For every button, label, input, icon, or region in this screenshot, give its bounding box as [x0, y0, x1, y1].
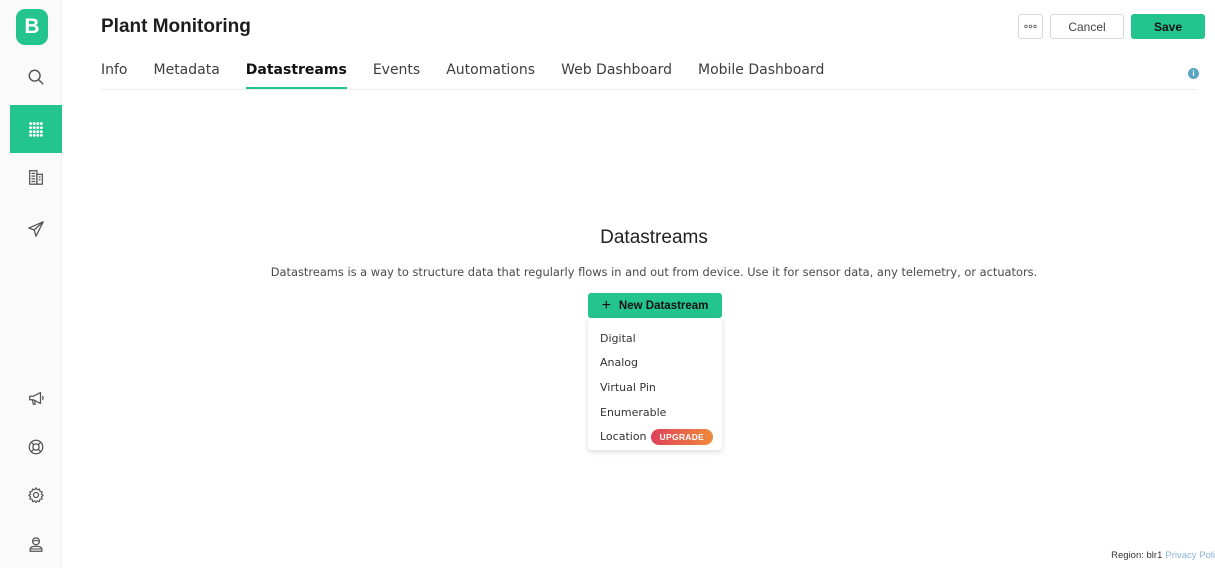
sidebar-settings[interactable] — [10, 471, 62, 519]
plus-icon: + — [601, 296, 611, 314]
more-options-button[interactable] — [1018, 14, 1043, 39]
tab-metadata[interactable]: Metadata — [154, 62, 220, 89]
sidebar-organizations[interactable] — [10, 153, 62, 201]
cancel-button[interactable]: Cancel — [1050, 14, 1124, 39]
grid-icon — [29, 122, 43, 137]
page-title: Plant Monitoring — [101, 16, 251, 37]
sidebar: B — [0, 0, 62, 568]
tab-mobile-dashboard[interactable]: Mobile Dashboard — [698, 62, 824, 89]
tab-events[interactable]: Events — [373, 62, 420, 89]
menu-item-label: Digital — [600, 331, 636, 345]
menu-item-label: Virtual Pin — [600, 380, 656, 394]
gear-icon — [28, 487, 44, 504]
tab-bar: Info Metadata Datastreams Events Automat… — [101, 62, 850, 90]
menu-item-label: Analog — [600, 356, 639, 370]
save-button[interactable]: Save — [1131, 14, 1205, 39]
menu-item-label: Location — [600, 430, 647, 444]
sidebar-profile[interactable] — [10, 520, 62, 568]
footer: Region: blr1 Privacy Poli — [1111, 550, 1215, 561]
sidebar-announcements[interactable] — [10, 374, 62, 422]
tab-automations[interactable]: Automations — [446, 62, 535, 89]
sidebar-help[interactable] — [10, 423, 62, 471]
empty-state-title: Datastreams — [600, 227, 708, 248]
user-icon — [29, 537, 43, 552]
search-icon — [28, 69, 44, 85]
tab-web-dashboard[interactable]: Web Dashboard — [561, 62, 672, 89]
tab-divider — [101, 89, 1197, 90]
new-datastream-button[interactable]: + New Datastream — [588, 293, 722, 318]
tab-datastreams[interactable]: Datastreams — [245, 62, 347, 89]
sidebar-templates[interactable] — [10, 105, 62, 153]
menu-item-digital[interactable]: Digital — [588, 326, 722, 351]
menu-item-analog[interactable]: Analog — [588, 351, 722, 376]
megaphone-icon — [29, 391, 44, 405]
region-label: Region: blr1 — [1111, 550, 1163, 561]
menu-item-enumerable[interactable]: Enumerable — [588, 400, 722, 425]
privacy-link[interactable]: Privacy Poli — [1165, 550, 1215, 561]
more-icon — [1024, 24, 1037, 29]
lifebuoy-icon — [28, 439, 44, 455]
menu-item-label: Enumerable — [600, 405, 667, 419]
info-icon[interactable]: i — [1188, 68, 1199, 79]
upgrade-badge[interactable]: UPGRADE — [650, 428, 714, 445]
sidebar-search[interactable] — [10, 53, 62, 101]
tab-info[interactable]: Info — [101, 62, 128, 89]
empty-state-description: Datastreams is a way to structure data t… — [270, 265, 1038, 279]
blynk-logo[interactable]: B — [16, 9, 48, 45]
menu-item-virtual-pin[interactable]: Virtual Pin — [588, 375, 722, 400]
menu-item-location[interactable]: Location UPGRADE — [588, 424, 722, 449]
datastream-type-menu: Digital Analog Virtual Pin Enumerable Lo… — [588, 318, 722, 450]
building-icon — [29, 170, 43, 185]
new-datastream-label: New Datastream — [618, 299, 709, 312]
